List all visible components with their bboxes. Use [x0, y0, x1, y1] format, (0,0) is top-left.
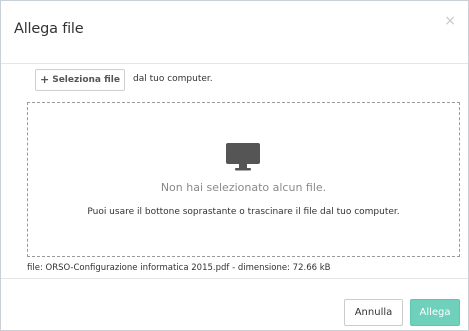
selected-file-info: file: ORSO-Configurazione informatica 20… — [27, 263, 331, 273]
from-computer-text: dal tuo computer. — [133, 74, 213, 84]
attach-file-dialog: Allega file × + Seleziona file dal tuo c… — [0, 0, 469, 331]
monitor-icon — [226, 143, 260, 171]
dropzone-hint: Puoi usare il bottone soprastante o tras… — [87, 207, 400, 217]
attach-button[interactable]: Allega — [410, 299, 460, 326]
select-file-button-label: Seleziona file — [52, 75, 120, 85]
footer-divider — [1, 278, 468, 279]
cancel-button[interactable]: Annulla — [344, 299, 403, 326]
file-dropzone[interactable]: Non hai selezionato alcun file. Puoi usa… — [27, 102, 460, 257]
close-icon[interactable]: × — [444, 14, 456, 28]
plus-icon: + — [40, 73, 50, 86]
dialog-header: Allega file × — [1, 1, 468, 64]
no-file-selected-message: Non hai selezionato alcun file. — [160, 181, 327, 194]
dialog-title: Allega file — [14, 21, 84, 37]
select-file-button[interactable]: + Seleziona file — [35, 69, 125, 91]
